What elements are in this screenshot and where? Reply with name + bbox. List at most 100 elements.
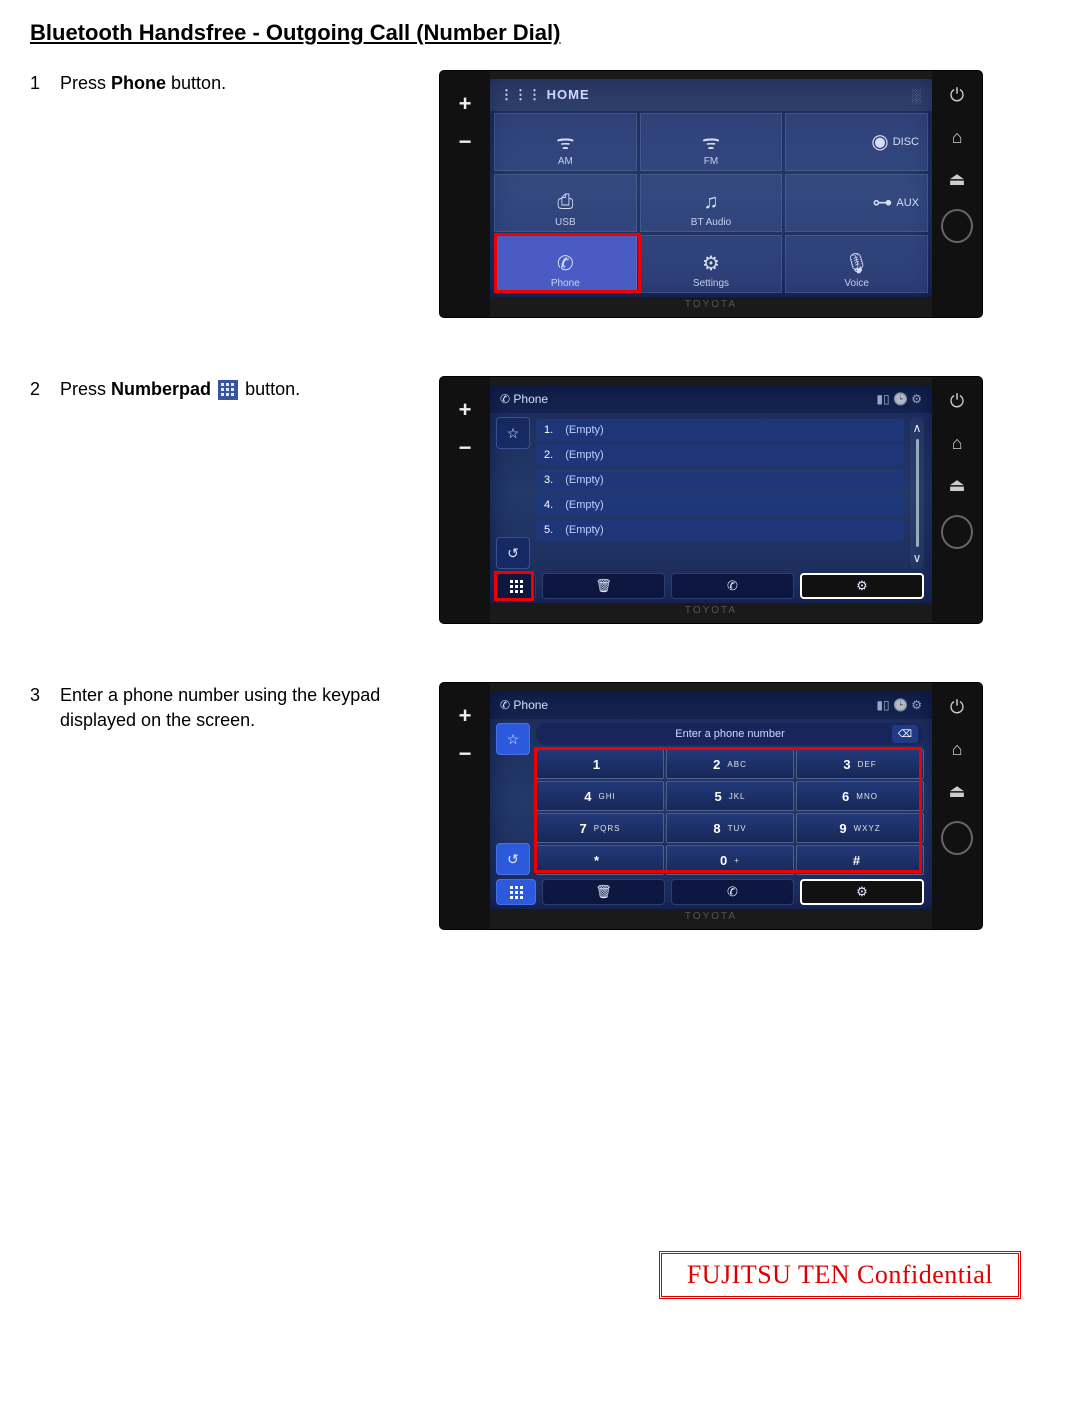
favorites-list: 1.(Empty) 2.(Empty) 3.(Empty) 4.(Empty) …	[536, 417, 904, 569]
step-text-post: button.	[245, 379, 300, 399]
tile-bt-audio[interactable]: ♫ BT Audio	[640, 174, 783, 232]
favorites-button[interactable]: ☆	[496, 417, 530, 449]
volume-knob[interactable]	[941, 209, 973, 243]
home-button[interactable]: ⌂	[945, 431, 969, 455]
list-item[interactable]: 2.(Empty)	[536, 444, 904, 466]
delete-tab[interactable]: 🗑	[542, 879, 665, 905]
volume-knob[interactable]	[941, 515, 973, 549]
power-button[interactable]: ⏻	[945, 83, 969, 107]
volume-up-button[interactable]: +	[459, 397, 472, 423]
trash-icon: 🗑	[595, 578, 612, 594]
list-item[interactable]: 5. (Empty)	[536, 519, 904, 541]
step-number: 2	[30, 379, 60, 400]
bezel-left: + −	[440, 71, 490, 317]
aux-icon: ⊶	[872, 190, 892, 215]
eject-button[interactable]: ⏏	[945, 473, 969, 497]
row-num: 2.	[544, 449, 553, 461]
scroll-down-icon: ∨	[913, 551, 922, 565]
step-number: 1	[30, 73, 60, 94]
call-tab[interactable]: ✆	[671, 573, 794, 599]
list-item[interactable]: 1.(Empty)	[536, 419, 904, 441]
antenna-icon: ᯤ	[556, 128, 574, 155]
delete-tab[interactable]: 🗑	[542, 573, 665, 599]
step-text-pre: Press	[60, 73, 111, 93]
tile-disc[interactable]: ◉ DISC	[785, 113, 928, 171]
row-num: 5.	[544, 524, 553, 536]
favorites-button[interactable]: ☆	[496, 723, 530, 755]
call-tab[interactable]: ✆	[671, 879, 794, 905]
tile-label: Settings	[641, 278, 782, 289]
brand-badge: TOYOTA	[490, 911, 932, 927]
bezel-right: ⏻ ⌂ ⏏	[932, 683, 982, 929]
scroll-up-icon: ∧	[913, 421, 922, 435]
history-button[interactable]: ↺	[496, 843, 530, 875]
row-num: 1.	[544, 424, 553, 436]
bezel-left: + −	[440, 683, 490, 929]
volume-down-button[interactable]: −	[459, 435, 472, 461]
tile-label: FM	[641, 156, 782, 167]
eject-button[interactable]: ⏏	[945, 779, 969, 803]
gear-icon: ⚙	[856, 578, 868, 594]
scrollbar[interactable]: ∧ ∨	[910, 417, 924, 569]
step-instruction: Enter a phone number using the keypad di…	[60, 683, 440, 733]
step-text-bold: Numberpad	[111, 379, 211, 399]
tile-label: AM	[495, 156, 636, 167]
tile-aux[interactable]: ⊶ AUX	[785, 174, 928, 232]
power-button[interactable]: ⏻	[945, 695, 969, 719]
volume-down-button[interactable]: −	[459, 741, 472, 767]
home-label: HOME	[547, 87, 590, 102]
list-item[interactable]: 4.(Empty)	[536, 494, 904, 516]
usb-icon: ⎙	[557, 191, 573, 214]
step-text-bold: Phone	[111, 73, 166, 93]
backspace-button[interactable]: ⌫	[892, 725, 918, 743]
row-val: (Empty)	[565, 524, 604, 536]
page-title: Bluetooth Handsfree - Outgoing Call (Num…	[30, 20, 1041, 46]
callout-numberpad-button	[494, 571, 534, 601]
head-unit-3: + − ⏻ ⌂ ⏏ ✆ Phone ▮▯ 🕒 ⚙ ☆ ↺ Enter a pho…	[440, 683, 982, 929]
numberpad-button[interactable]	[496, 879, 536, 905]
home-button[interactable]: ⌂	[945, 125, 969, 149]
tile-fm[interactable]: ᯤ FM	[640, 113, 783, 171]
history-button[interactable]: ↺	[496, 537, 530, 569]
list-item[interactable]: 3.(Empty)	[536, 469, 904, 491]
tile-am[interactable]: ᯤ AM	[494, 113, 637, 171]
tile-settings[interactable]: ⚙ Settings	[640, 235, 783, 293]
phone-icon: ✆	[727, 884, 738, 900]
step-3: 3 Enter a phone number using the keypad …	[30, 683, 1041, 929]
row-val: (Empty)	[565, 474, 604, 486]
tile-usb[interactable]: ⎙ USB	[494, 174, 637, 232]
eject-button[interactable]: ⏏	[945, 167, 969, 191]
head-unit-2: + − ⏻ ⌂ ⏏ ✆ Phone ▮▯ 🕒 ⚙ ☆ ↺ 1.(Empty) 2…	[440, 377, 982, 623]
disc-icon: ◉	[871, 129, 888, 154]
settings-tab[interactable]: ⚙	[800, 573, 924, 599]
bezel-right: ⏻ ⌂ ⏏	[932, 377, 982, 623]
volume-up-button[interactable]: +	[459, 91, 472, 117]
gear-icon: ⚙	[856, 884, 868, 900]
backspace-icon: ⌫	[898, 729, 912, 740]
bezel-left: + −	[440, 377, 490, 623]
tile-voice[interactable]: 🎙 Voice	[785, 235, 928, 293]
tile-label: AUX	[896, 197, 919, 209]
volume-up-button[interactable]: +	[459, 703, 472, 729]
music-icon: ♫	[703, 191, 718, 214]
settings-tab[interactable]: ⚙	[800, 879, 924, 905]
status-bar: ⋮⋮⋮ HOME ░	[490, 79, 932, 111]
callout-phone-tile	[494, 233, 641, 293]
home-button[interactable]: ⌂	[945, 737, 969, 761]
screen-title: Phone	[513, 392, 548, 406]
brand-badge: TOYOTA	[490, 605, 932, 621]
bezel-right: ⏻ ⌂ ⏏	[932, 71, 982, 317]
status-clock: ░	[912, 88, 922, 103]
dial-input[interactable]: Enter a phone number ⌫	[536, 723, 924, 745]
mic-icon: 🎙	[844, 251, 869, 276]
volume-knob[interactable]	[941, 821, 973, 855]
step-1: 1 Press Phone button. + − ⏻ ⌂ ⏏ ⋮⋮⋮ HOME…	[30, 71, 1041, 317]
step-instruction: Press Phone button.	[60, 71, 440, 96]
power-button[interactable]: ⏻	[945, 389, 969, 413]
dial-placeholder: Enter a phone number	[675, 728, 784, 740]
volume-down-button[interactable]: −	[459, 129, 472, 155]
tile-label: BT Audio	[641, 217, 782, 228]
antenna-icon: ᯤ	[702, 128, 720, 155]
head-unit-1: + − ⏻ ⌂ ⏏ ⋮⋮⋮ HOME ░ ᯤ AM ᯤ FM	[440, 71, 982, 317]
tile-label: DISC	[893, 136, 919, 148]
